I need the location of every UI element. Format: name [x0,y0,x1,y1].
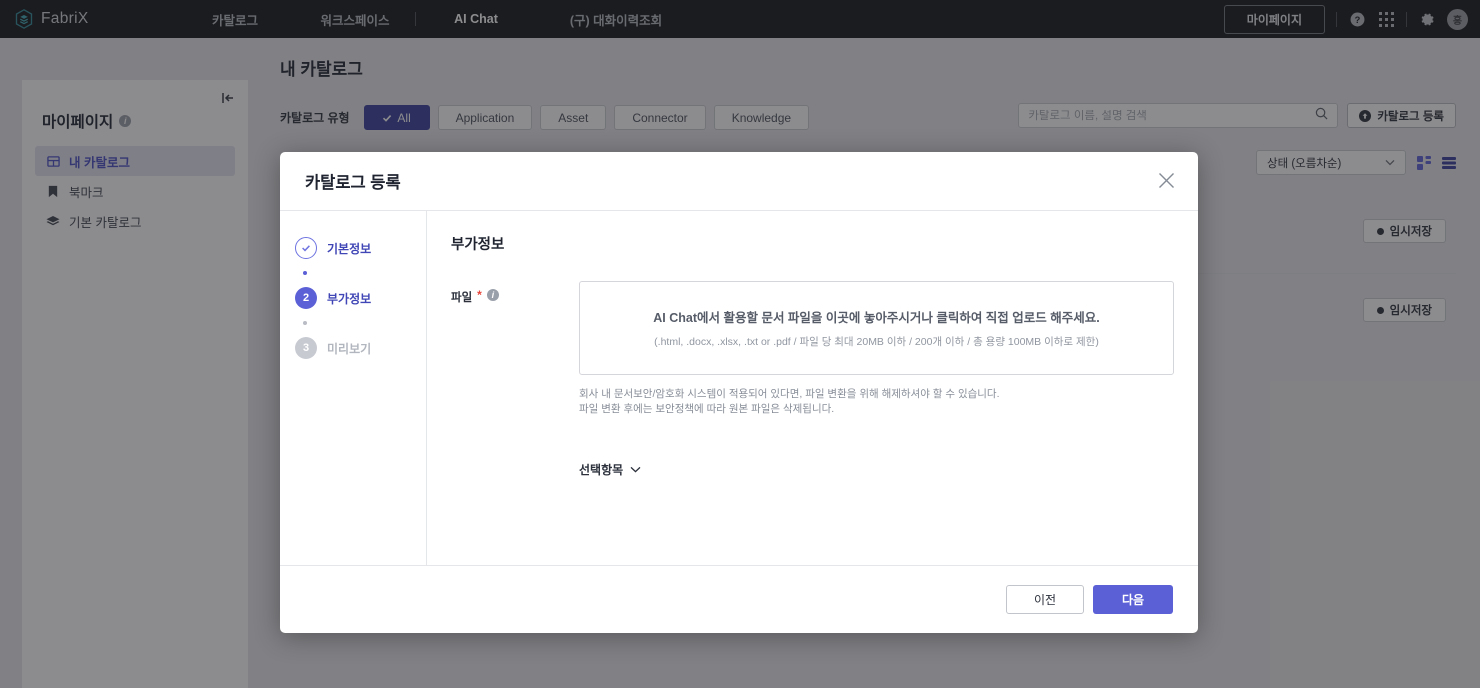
wizard-step-additional-info[interactable]: 2 부가정보 [295,284,426,312]
file-label-text: 파일 [451,292,473,304]
optional-section-label: 선택항목 [579,463,624,478]
additional-info-form: 부가정보 파일 * i AI Chat에서 활용할 문서 파일을 이곳에 놓아주… [427,211,1198,565]
file-hint-line-2: 파일 변환 후에는 보안정책에 따라 원본 파일은 삭제됩니다. [579,403,835,416]
step-connector [295,312,426,334]
step-number-badge: 3 [295,337,317,359]
optional-section-toggle[interactable]: 선택항목 [579,461,641,478]
form-heading: 부가정보 [451,237,505,253]
wizard-step-basic-info[interactable]: 기본정보 [295,234,426,262]
modal-body: 기본정보 2 부가정보 3 미리보기 부가정보 파일 * i AI Chat에서… [280,210,1198,565]
modal-title: 카탈로그 등록 [305,174,401,192]
file-hint: 회사 내 문서보안/암호화 시스템이 적용되어 있다면, 파일 변환을 위해 해… [579,387,1174,417]
next-button[interactable]: 다음 [1093,585,1173,614]
file-field-label: 파일 * i [451,281,579,479]
previous-button[interactable]: 이전 [1006,585,1084,614]
register-catalog-modal: 카탈로그 등록 기본정보 2 부가정보 3 미리보기 부가정보 파일 * i A… [280,152,1198,633]
check-icon [302,245,310,252]
connector-dot [303,271,307,275]
wizard-steps: 기본정보 2 부가정보 3 미리보기 [280,211,427,565]
file-dropzone[interactable]: AI Chat에서 활용할 문서 파일을 이곳에 놓아주시거나 클릭하여 직접 … [579,281,1174,375]
dropzone-primary-text: AI Chat에서 활용할 문서 파일을 이곳에 놓아주시거나 클릭하여 직접 … [653,311,1100,325]
connector-dot [303,321,307,325]
close-icon[interactable] [1158,172,1175,194]
file-field-control: AI Chat에서 활용할 문서 파일을 이곳에 놓아주시거나 클릭하여 직접 … [579,281,1174,479]
file-field-row: 파일 * i AI Chat에서 활용할 문서 파일을 이곳에 놓아주시거나 클… [451,281,1174,479]
wizard-step-label: 기본정보 [327,241,372,256]
modal-header: 카탈로그 등록 [280,152,1198,210]
required-asterisk: * [477,288,482,302]
wizard-step-label: 부가정보 [327,291,372,306]
step-number-badge [295,237,317,259]
wizard-step-preview[interactable]: 3 미리보기 [295,334,426,362]
app-root: FabriX 카탈로그 워크스페이스 AI Chat (구) 대화이력조회 마이… [0,0,1480,688]
dropzone-secondary-text: (.html, .docx, .xlsx, .txt or .pdf / 파일 … [654,336,1099,348]
chevron-down-icon [630,467,641,473]
wizard-step-label: 미리보기 [327,341,372,356]
step-connector [295,262,426,284]
step-number-badge: 2 [295,287,317,309]
info-icon[interactable]: i [486,289,499,301]
file-hint-line-1: 회사 내 문서보안/암호화 시스템이 적용되어 있다면, 파일 변환을 위해 해… [579,388,1000,400]
modal-footer: 이전 다음 [280,565,1198,633]
